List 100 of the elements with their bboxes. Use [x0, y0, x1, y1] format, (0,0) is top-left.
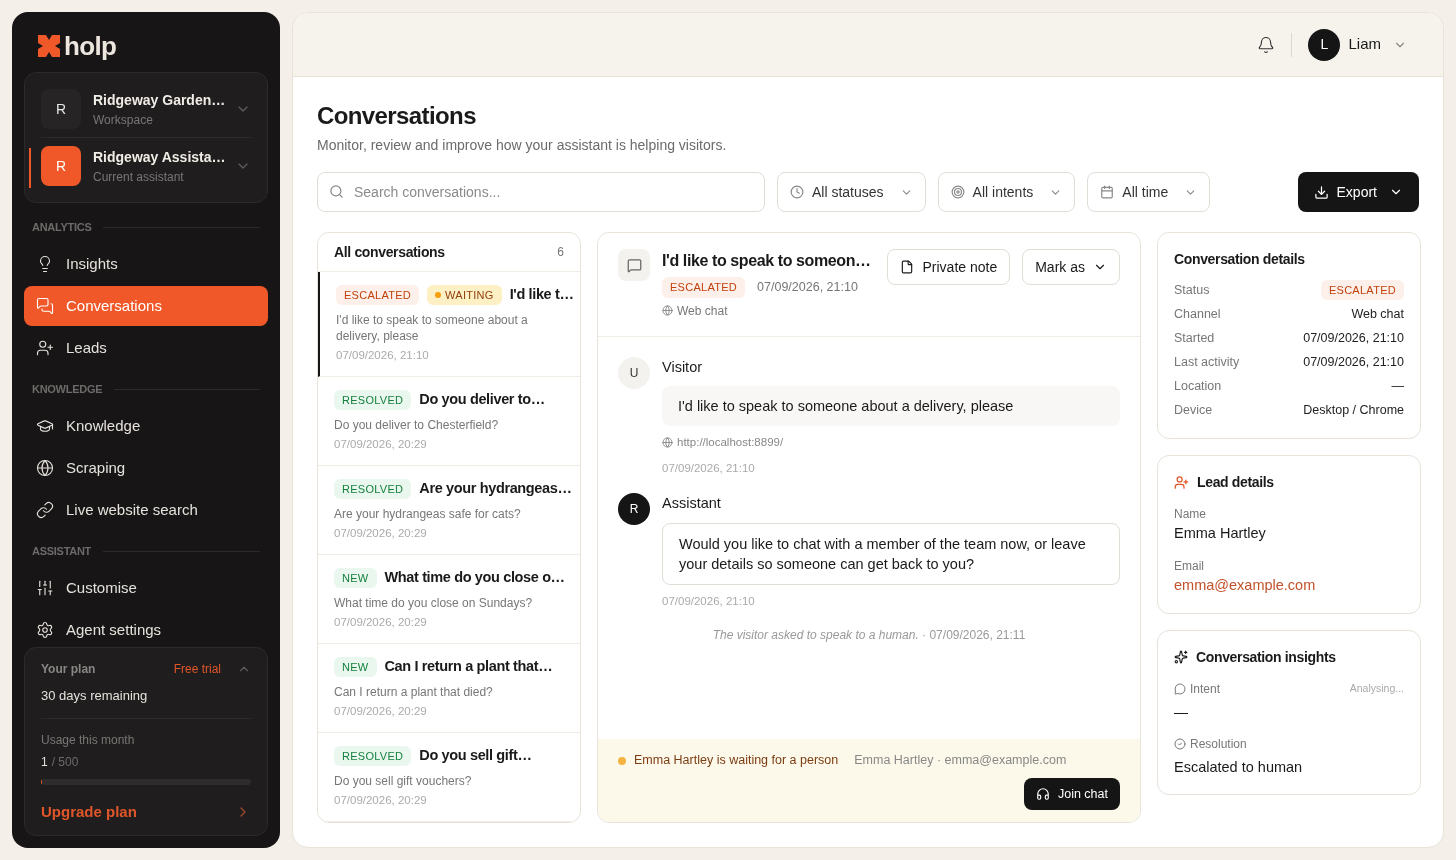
days-remaining: 30 days remaining	[41, 687, 149, 705]
resolution-value: Escalated to human	[1174, 757, 1304, 777]
lead-name: Emma Hartley	[1174, 524, 1267, 543]
check-circle-icon	[1174, 737, 1186, 750]
detail-value: 07/09/2026, 21:10	[1303, 329, 1404, 347]
field-label: Name	[1174, 506, 1207, 523]
avatar: R	[41, 146, 81, 186]
message-author: Visitor	[662, 357, 704, 377]
detail-label: Status	[1174, 281, 1210, 299]
detail-label: Location	[1174, 377, 1222, 395]
gear-icon	[36, 621, 54, 639]
analysing-status: Analysing...	[1349, 680, 1404, 696]
detail-label: Channel	[1174, 305, 1221, 323]
nav-item[interactable]: Insights	[24, 244, 268, 284]
conversation-time: 07/09/2026, 21:10	[336, 347, 430, 363]
conversation-item[interactable]: NEW Can I return a plant that… Can I return a plant that died? 07/09/2026, 20:29	[318, 644, 580, 733]
waiting-contact: Emma Hartley · emma@example.com	[854, 752, 1067, 770]
filter-dropdown[interactable]: All intents	[937, 172, 1076, 212]
export-button[interactable]: Export	[1297, 172, 1419, 212]
speech-bubble-icon	[1174, 682, 1186, 695]
nav-item[interactable]: Customise	[24, 568, 268, 608]
sparkle-icon	[1174, 650, 1188, 664]
message-url: http://localhost:8899/	[677, 435, 784, 451]
status-badge: RESOLVED	[334, 478, 412, 500]
filter-dropdown[interactable]: All statuses	[777, 172, 926, 212]
status-badge: RESOLVED	[334, 389, 412, 411]
nav-item[interactable]: Knowledge	[24, 406, 268, 446]
upgrade-link[interactable]: Upgrade plan	[41, 800, 251, 823]
detail-value: —	[1391, 377, 1404, 395]
page-title: Conversations	[317, 101, 477, 131]
conversation-item[interactable]: RESOLVED Do you deliver to… Do you deliver to Chesterfield? 07/09/2026, 20:29	[318, 377, 580, 466]
globe-icon	[36, 459, 54, 477]
clock-icon	[790, 185, 804, 199]
join-chat-button[interactable]: Join chat	[1023, 778, 1120, 810]
field-label: Email	[1174, 557, 1205, 575]
sliders-icon	[36, 579, 54, 597]
graduation-cap-icon	[36, 417, 54, 435]
page-subtitle: Monitor, review and improve how your assistant is helping visitors.	[317, 136, 728, 155]
conversation-item[interactable]: ESCALATED WAITING I'd like t… I'd like to speak to someone about a delivery, please 07/09/2026, 21:10	[318, 272, 580, 377]
conversation-time: 07/09/2026, 20:29	[334, 614, 428, 630]
conversation-preview: Do you sell gift vouchers?	[334, 772, 473, 789]
user-menu[interactable]: L Liam	[1308, 28, 1419, 61]
detail-label: Device	[1174, 401, 1213, 419]
conversation-preview: Do you deliver to Chesterfield?	[334, 416, 500, 433]
status-badge: NEW	[334, 567, 377, 589]
search-field[interactable]: Search conversations...	[317, 172, 765, 212]
conversation-item[interactable]: RESOLVED Are your hydrangeas… Are your hydrangeas safe for cats? 07/09/2026, 20:29	[318, 466, 580, 555]
detail-value: Web chat	[1351, 305, 1404, 323]
detail-label: Last activity	[1174, 353, 1240, 371]
card-title: Conversation details	[1174, 250, 1306, 269]
avatar: R	[41, 89, 81, 129]
switcher-name: Ridgeway Assista…	[93, 147, 223, 167]
nav-item[interactable]: Leads	[24, 328, 268, 368]
conversation-preview: Are your hydrangeas safe for cats?	[334, 505, 522, 522]
section-title: KNOWLEDGE	[32, 381, 103, 397]
target-icon	[950, 185, 965, 199]
channel-label: Web chat	[677, 302, 728, 320]
conversation-item[interactable]: RESOLVED Do you sell gift… Do you sell gift vouchers? 07/09/2026, 20:29	[318, 733, 580, 822]
conversation-title: What time do you close o…	[384, 568, 565, 587]
nav-item[interactable]: Live website search	[24, 490, 268, 530]
conversation-item[interactable]: NEW What time do you close o… What time do you close on Sundays? 07/09/2026, 20:29	[318, 555, 580, 644]
link-icon	[36, 501, 54, 519]
chat-bubbles-icon	[36, 297, 54, 315]
nav-item[interactable]: Scraping	[24, 448, 268, 488]
conversation-time: 07/09/2026, 20:29	[334, 525, 428, 541]
nav-item[interactable]: Agent settings	[24, 610, 268, 650]
conversation-preview: Can I return a plant that died?	[334, 683, 494, 700]
plan-status-label: Free trial	[173, 661, 221, 678]
conversation-time: 07/09/2026, 20:29	[334, 703, 428, 719]
plan-title: Your plan	[41, 661, 97, 678]
user-plus-icon	[1174, 475, 1189, 490]
conversation-title: Do you sell gift…	[419, 746, 532, 765]
filter-dropdown[interactable]: All time	[1087, 172, 1211, 212]
conversation-title: I'd like t…	[509, 285, 574, 304]
status-badge: WAITING	[427, 284, 502, 306]
detail-value: Desktop / Chrome	[1303, 401, 1404, 419]
avatar: L	[1308, 28, 1341, 61]
mark-as-button[interactable]: Mark as	[1022, 249, 1120, 285]
chat-title: I'd like to speak to someon…	[662, 251, 872, 271]
conversation-title: Are your hydrangeas…	[419, 479, 572, 498]
logo-icon	[38, 35, 60, 57]
switcher-item[interactable]: R Ridgeway Garden… Workspace	[41, 89, 251, 129]
message-time: 07/09/2026, 21:10	[662, 593, 756, 609]
event-note: The visitor asked to speak to a human. · 07/09/2026, 21:11	[711, 626, 1027, 644]
card-title: Conversation insights	[1196, 647, 1336, 667]
status-badge: ESCALATED	[1320, 279, 1404, 301]
switcher-subtitle: Workspace	[93, 111, 154, 129]
notification-bell-icon[interactable]	[1257, 35, 1276, 54]
card-title: Lead details	[1197, 473, 1274, 492]
message-bubble: I'd like to speak to someone about a delivery, please	[662, 386, 1120, 427]
status-badge: ESCALATED	[662, 277, 746, 298]
detail-label: Started	[1174, 329, 1215, 347]
headset-icon	[1035, 787, 1050, 801]
conversation-preview: What time do you close on Sundays?	[334, 594, 534, 611]
lead-email-link[interactable]: emma@example.com	[1174, 574, 1404, 597]
conversation-preview: I'd like to speak to someone about a delivery, please	[336, 311, 529, 344]
conversation-title: Do you deliver to…	[419, 390, 545, 409]
private-note-button[interactable]: Private note	[887, 249, 1011, 285]
globe-icon	[662, 437, 673, 449]
switcher-item[interactable]: R Ridgeway Assista… Current assistant	[41, 146, 251, 186]
